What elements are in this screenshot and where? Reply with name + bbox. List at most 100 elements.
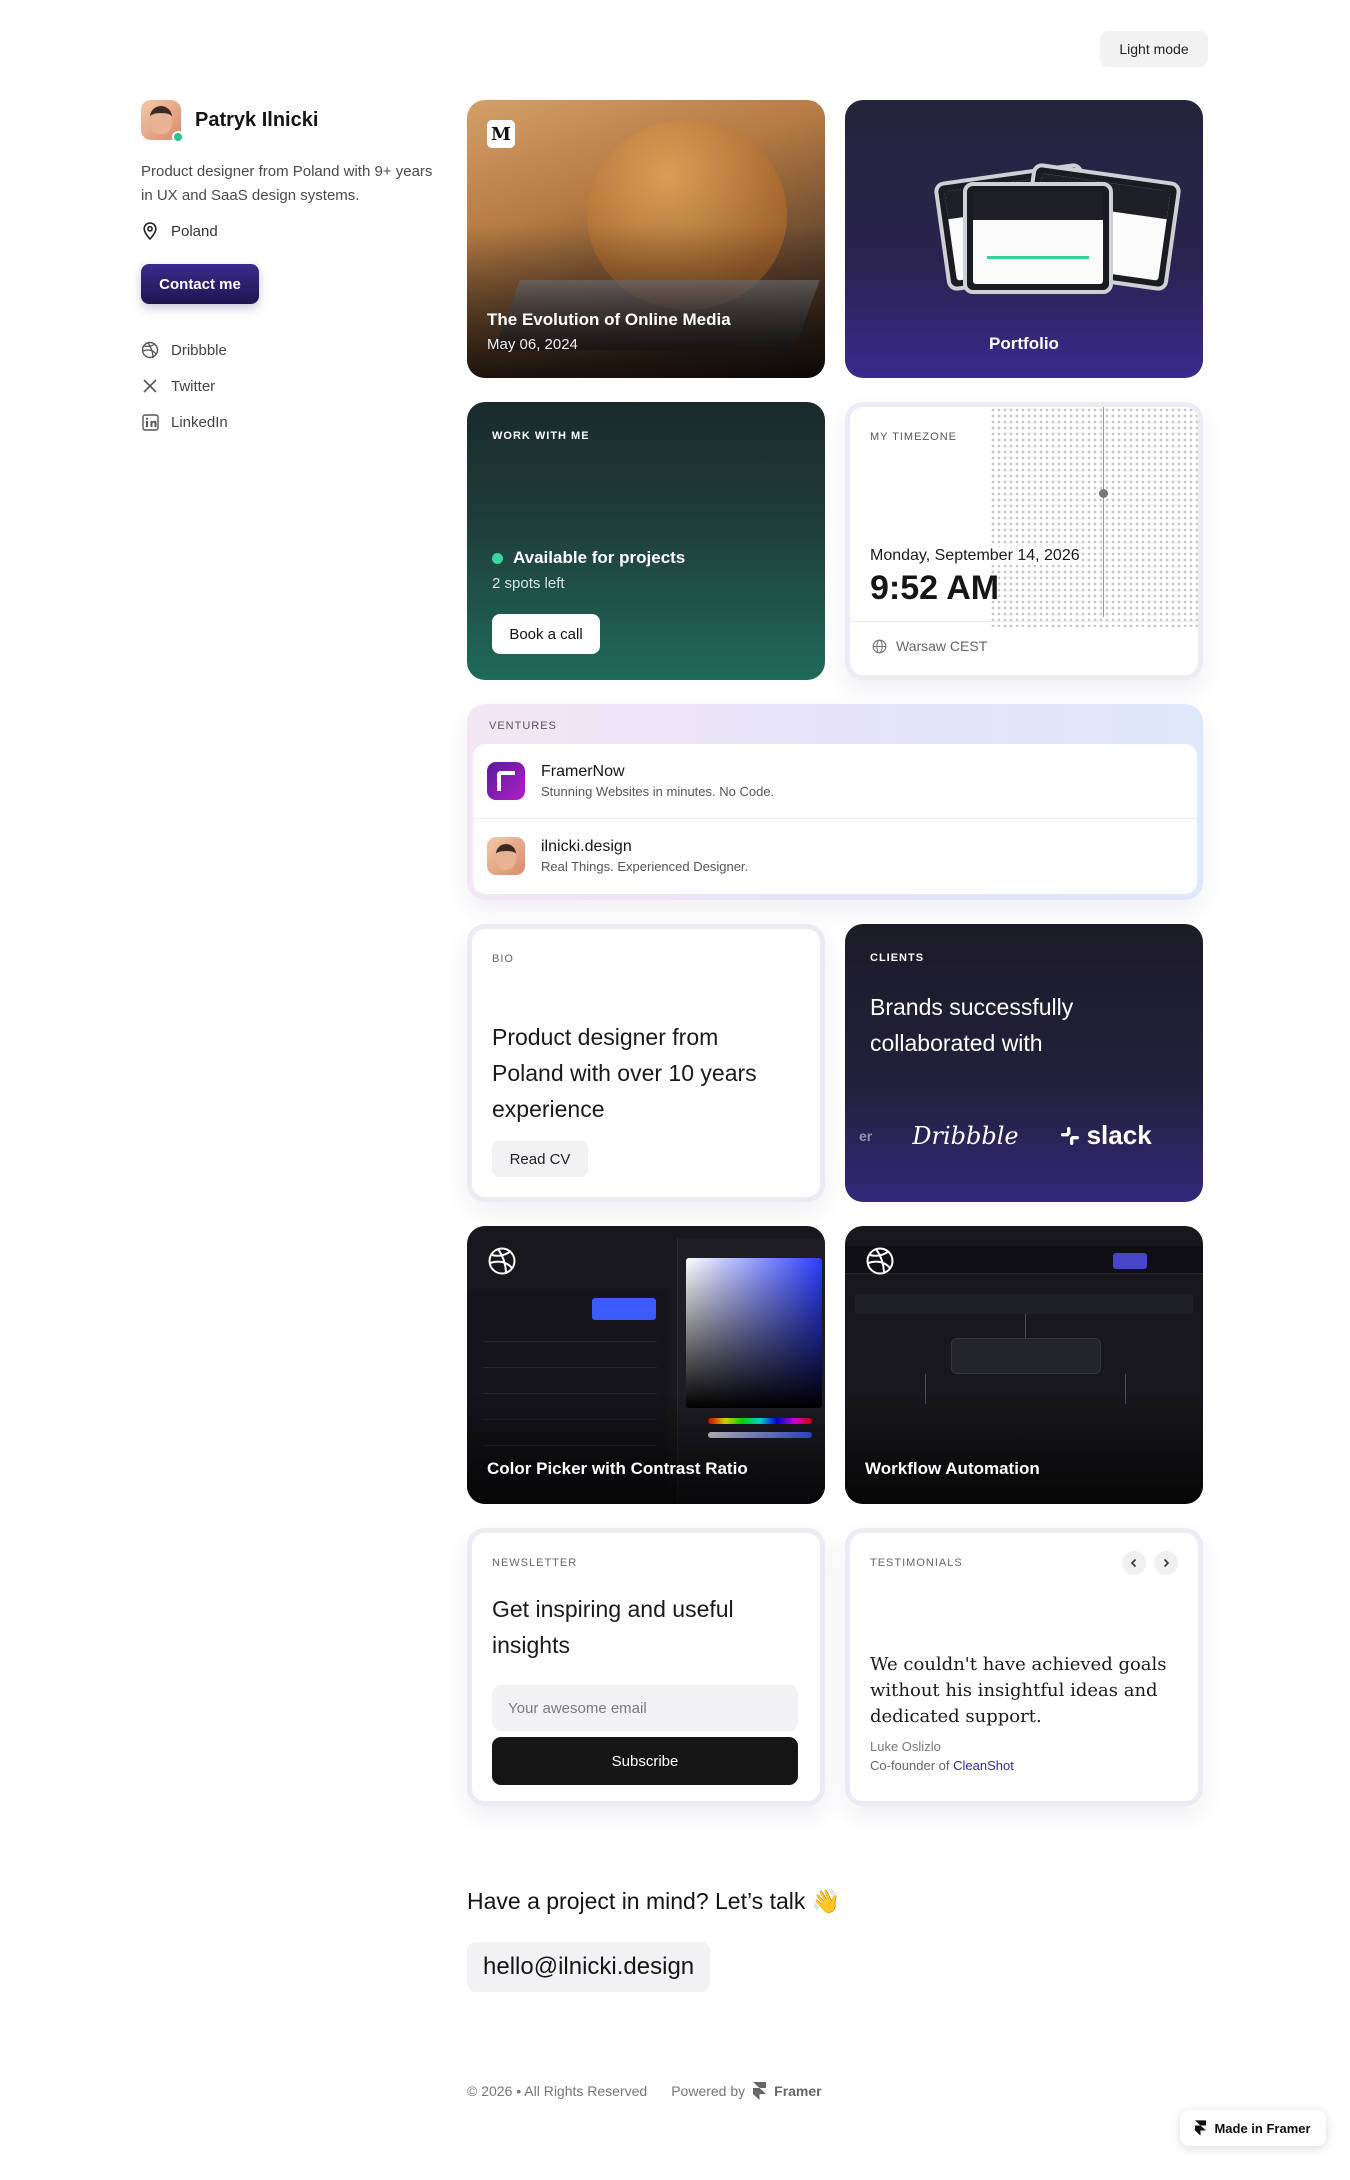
newsletter-text: Get inspiring and useful insights	[492, 1596, 734, 1658]
portfolio-card[interactable]: Portfolio	[845, 100, 1203, 378]
timezone-city-label: Warsaw CEST	[896, 638, 988, 654]
framer-wordmark: Framer	[774, 2083, 822, 2099]
profile-bio: Product designer from Poland with 9+ yea…	[141, 163, 433, 204]
medium-logo-icon: M	[487, 120, 515, 148]
list-item[interactable]: FramerNow Stunning Websites in minutes. …	[473, 744, 1197, 818]
profile-sidebar: Patryk Ilnicki Product designer from Pol…	[141, 100, 441, 440]
card-label: Work with me	[492, 430, 590, 442]
timezone-city: Warsaw CEST	[870, 637, 987, 655]
dribbble-icon	[488, 1247, 516, 1275]
location-pin-icon	[141, 222, 159, 240]
bio-card: Bio Product designer from Poland with ov…	[467, 924, 825, 1202]
project-title: Workflow Automation	[865, 1459, 1040, 1478]
venture-text: ilnicki.design Real Things. Experienced …	[541, 838, 748, 874]
color-picker-project-card[interactable]: Color Picker with Contrast Ratio	[467, 1226, 825, 1504]
social-links: Dribbble Twitter LinkedIn	[141, 332, 441, 440]
venture-description: Real Things. Experienced Designer.	[541, 858, 749, 874]
location-label: Poland	[171, 222, 218, 240]
card-label: My timezone	[870, 431, 957, 443]
made-in-framer-badge[interactable]: Made in Framer	[1180, 2110, 1326, 2146]
available-dot-icon	[492, 552, 503, 564]
workflow-automation-project-card[interactable]: Workflow Automation	[845, 1226, 1203, 1504]
client-logos: er Dribbble slack	[845, 1120, 1203, 1151]
previous-testimonial-button[interactable]	[1122, 1551, 1146, 1575]
testimonial-author: Luke Oslizlo	[870, 1739, 941, 1754]
made-in-framer-label: Made in Framer	[1214, 2120, 1311, 2136]
company-link[interactable]: CleanShot	[953, 1758, 1014, 1773]
framernow-logo-icon	[487, 762, 525, 800]
list-item[interactable]: ilnicki.design Real Things. Experienced …	[473, 818, 1197, 892]
card-label: Ventures	[489, 720, 557, 732]
testimonial-quote: We couldn't have achieved goals without …	[870, 1654, 1167, 1727]
read-cv-button[interactable]: Read CV	[492, 1141, 588, 1177]
contact-me-button[interactable]: Contact me	[141, 264, 259, 304]
dribbble-logo: Dribbble	[912, 1121, 1019, 1150]
venture-title: ilnicki.design	[541, 837, 632, 855]
chevron-left-icon	[1130, 1558, 1137, 1568]
next-testimonial-button[interactable]	[1154, 1551, 1178, 1575]
current-date: Monday, September 14, 2026	[870, 547, 1080, 565]
slack-wordmark: slack	[1086, 1120, 1152, 1150]
dribbble-icon	[141, 341, 159, 359]
bio-text: Product designer from Poland with over 1…	[492, 1024, 757, 1122]
ilnicki-avatar-icon	[487, 836, 525, 875]
current-time: 9:52 AM	[870, 569, 1000, 607]
avatar-face	[150, 106, 172, 134]
email-field[interactable]	[492, 1685, 798, 1731]
online-status-dot	[172, 131, 184, 143]
social-label: Dribbble	[171, 341, 227, 359]
role-prefix: Co-founder of	[870, 1758, 954, 1773]
social-label: LinkedIn	[171, 413, 228, 431]
dribbble-icon	[866, 1247, 894, 1275]
tablet-mockup-front	[963, 182, 1113, 294]
x-icon	[141, 377, 159, 395]
card-label: Newsletter	[492, 1557, 578, 1569]
social-link-twitter[interactable]: Twitter	[141, 368, 441, 404]
avatar	[141, 100, 184, 143]
article-date: May 06, 2024	[487, 336, 578, 353]
book-a-call-button[interactable]: Book a call	[492, 614, 600, 654]
profile-header: Patryk Ilnicki	[141, 100, 441, 143]
article-title: The Evolution of Online Media	[487, 310, 731, 329]
slack-icon	[1060, 1126, 1079, 1145]
social-link-dribbble[interactable]: Dribbble	[141, 332, 441, 368]
world-map-dots	[990, 407, 1198, 627]
cta-heading: Have a project in mind? Let’s talk 👋	[467, 1888, 841, 1914]
social-label: Twitter	[171, 377, 216, 395]
article-card-online-media[interactable]: M The Evolution of Online Media May 06, …	[467, 100, 825, 378]
availability-text: Available for projects	[513, 548, 686, 567]
tablet-toolbar	[973, 192, 1103, 220]
card-label: Clients	[870, 952, 925, 964]
testimonial-role: Co-founder of CleanShot	[870, 1758, 1014, 1773]
framer-logo-icon	[753, 2082, 767, 2100]
tablet-chart-line	[987, 256, 1089, 259]
timezone-line	[1103, 407, 1104, 617]
slack-logo: slack	[1059, 1120, 1152, 1151]
social-link-linkedin[interactable]: LinkedIn	[141, 404, 441, 440]
work-with-me-card: Work with me Available for projects 2 sp…	[467, 402, 825, 680]
card-label: Testimonials	[870, 1557, 963, 1569]
copyright: © 2026 • All Rights Reserved	[467, 2083, 648, 2099]
powered-by-label: Powered by	[671, 2083, 746, 2099]
client-logo-partial: er	[859, 1127, 873, 1144]
subscribe-button[interactable]: Subscribe	[492, 1737, 798, 1785]
timezone-card: My timezone Monday, September 14, 2026 9…	[845, 402, 1203, 680]
venture-text: FramerNow Stunning Websites in minutes. …	[541, 763, 774, 799]
footer: © 2026 • All Rights Reserved Powered by …	[467, 2082, 822, 2100]
project-title: Color Picker with Contrast Ratio	[487, 1459, 748, 1478]
profile-name: Patryk Ilnicki	[195, 108, 319, 131]
clients-text: Brands successfully collaborated with	[870, 994, 1074, 1056]
testimonials-card: Testimonials We couldn't have achieved g…	[845, 1528, 1203, 1806]
card-label: Bio	[492, 953, 514, 965]
linkedin-icon	[141, 413, 159, 431]
ventures-card: Ventures FramerNow Stunning Websites in …	[467, 704, 1203, 900]
venture-title: FramerNow	[541, 763, 625, 780]
location: Poland	[141, 222, 441, 240]
powered-by[interactable]: Powered by Framer	[671, 2082, 822, 2100]
light-mode-toggle[interactable]: Light mode	[1100, 31, 1208, 67]
email-link[interactable]: hello@ilnicki.design	[467, 1942, 711, 1992]
spots-left: 2 spots left	[492, 575, 565, 592]
globe-icon	[870, 637, 888, 655]
framer-logo-icon	[1195, 2120, 1207, 2136]
clients-card: Clients Brands successfully collaborated…	[845, 924, 1203, 1202]
